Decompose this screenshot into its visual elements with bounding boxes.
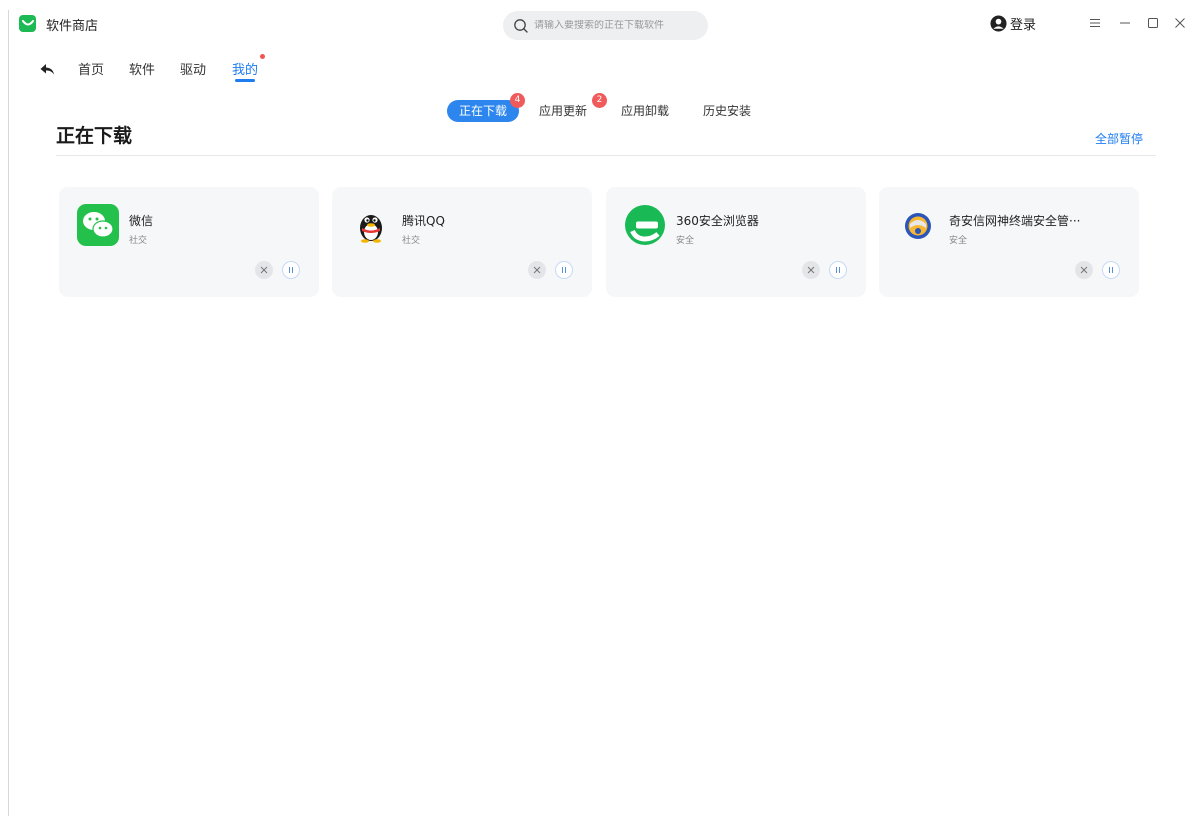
app-window: 软件商店 登录 bbox=[0, 0, 1200, 816]
close-icon bbox=[533, 266, 541, 274]
close-icon bbox=[807, 266, 815, 274]
menu-button[interactable] bbox=[1085, 13, 1105, 33]
search-box[interactable] bbox=[503, 11, 708, 40]
download-card: 腾讯QQ 社交 bbox=[332, 187, 592, 297]
login-label: 登录 bbox=[1010, 18, 1037, 33]
maximize-icon bbox=[1148, 18, 1158, 28]
maximize-button[interactable] bbox=[1143, 13, 1163, 33]
pause-download-button[interactable] bbox=[829, 261, 847, 279]
hamburger-menu-icon bbox=[1090, 19, 1100, 27]
pause-all-button[interactable]: 全部暂停 bbox=[1095, 130, 1143, 147]
tab-uninstall[interactable]: 应用卸载 bbox=[621, 100, 669, 122]
download-card: 360安全浏览器 安全 bbox=[606, 187, 866, 297]
tab-downloading[interactable]: 正在下载 bbox=[447, 100, 520, 122]
updates-count-badge: 2 bbox=[592, 93, 607, 108]
close-icon bbox=[1175, 18, 1185, 28]
cancel-download-button[interactable] bbox=[802, 261, 820, 279]
cancel-download-button[interactable] bbox=[1075, 261, 1093, 279]
pause-download-button[interactable] bbox=[1102, 261, 1120, 279]
nav-drivers[interactable]: 驱动 bbox=[180, 59, 206, 78]
window-border bbox=[8, 10, 9, 816]
pause-download-button[interactable] bbox=[555, 261, 573, 279]
back-button[interactable] bbox=[38, 60, 56, 78]
pause-icon bbox=[836, 267, 840, 273]
app-category: 社交 bbox=[129, 236, 148, 246]
nav-mine[interactable]: 我的 bbox=[232, 59, 258, 78]
login-button[interactable]: 登录 bbox=[990, 14, 1036, 33]
nav-software[interactable]: 软件 bbox=[129, 59, 155, 78]
360-browser-icon bbox=[624, 204, 666, 246]
wechat-icon bbox=[77, 204, 119, 246]
qianxin-icon bbox=[897, 204, 939, 246]
section-divider bbox=[56, 155, 1156, 156]
minimize-button[interactable] bbox=[1115, 13, 1135, 33]
qq-penguin-icon bbox=[350, 204, 392, 246]
title-bar: 软件商店 登录 bbox=[0, 0, 1200, 46]
app-category: 社交 bbox=[402, 236, 421, 246]
nav-home[interactable]: 首页 bbox=[78, 59, 104, 78]
app-logo-icon bbox=[19, 15, 36, 32]
close-window-button[interactable] bbox=[1170, 13, 1190, 33]
minimize-icon bbox=[1120, 22, 1130, 24]
app-category: 安全 bbox=[949, 236, 968, 246]
close-icon bbox=[260, 266, 268, 274]
nav-active-indicator bbox=[235, 79, 255, 82]
page-title: 正在下载 bbox=[56, 125, 133, 147]
user-avatar-icon bbox=[990, 15, 1007, 32]
back-arrow-icon bbox=[40, 64, 54, 75]
search-input[interactable] bbox=[534, 20, 694, 31]
close-icon bbox=[1080, 266, 1088, 274]
cancel-download-button[interactable] bbox=[255, 261, 273, 279]
pause-icon bbox=[1109, 267, 1113, 273]
app-title: 软件商店 bbox=[46, 19, 99, 34]
download-card: 微信 社交 bbox=[59, 187, 319, 297]
pause-download-button[interactable] bbox=[282, 261, 300, 279]
app-category: 安全 bbox=[676, 236, 695, 246]
app-name: 奇安信网神终端安全管··· bbox=[949, 214, 1081, 228]
app-name: 微信 bbox=[129, 214, 154, 228]
pause-icon bbox=[562, 267, 566, 273]
cancel-download-button[interactable] bbox=[528, 261, 546, 279]
tab-app-updates[interactable]: 应用更新 bbox=[539, 100, 587, 122]
downloading-count-badge: 4 bbox=[510, 93, 525, 108]
search-icon bbox=[514, 18, 528, 33]
tab-install-history[interactable]: 历史安装 bbox=[703, 100, 751, 122]
download-card: 奇安信网神终端安全管··· 安全 bbox=[879, 187, 1139, 297]
pause-icon bbox=[289, 267, 293, 273]
app-name: 腾讯QQ bbox=[402, 214, 445, 228]
app-name: 360安全浏览器 bbox=[676, 214, 759, 228]
notification-dot bbox=[260, 54, 265, 59]
